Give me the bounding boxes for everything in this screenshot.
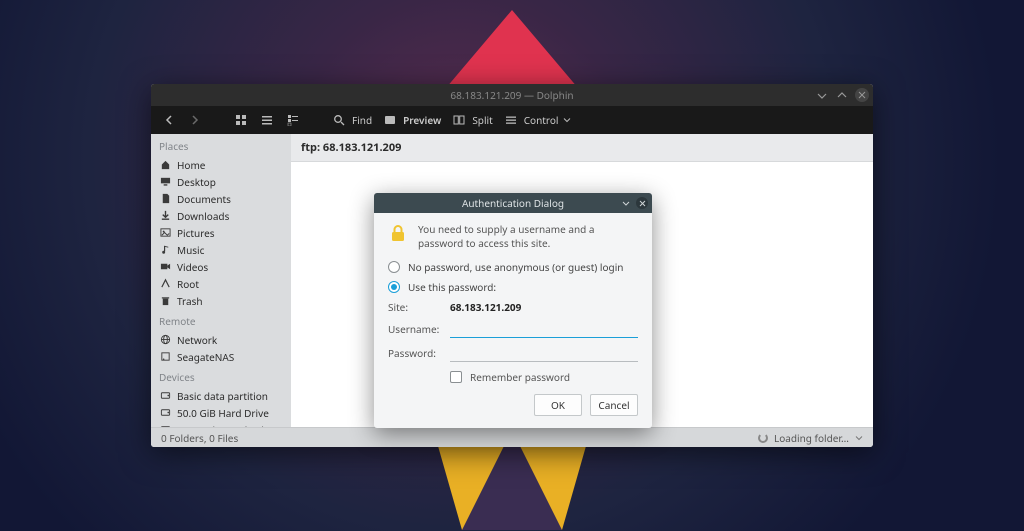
cancel-button[interactable]: Cancel bbox=[590, 394, 638, 416]
pictures-icon bbox=[159, 227, 171, 239]
location-text: ftp: 68.183.121.209 bbox=[301, 140, 401, 155]
places-item[interactable]: Downloads bbox=[151, 207, 291, 224]
window-titlebar[interactable]: 68.183.121.209 — Dolphin bbox=[151, 84, 873, 106]
preview-button[interactable]: Preview bbox=[382, 112, 441, 128]
sidebar-item-label: Network bbox=[177, 333, 217, 347]
home-icon bbox=[159, 159, 171, 171]
sidebar-item-label: SeagateNAS bbox=[177, 350, 234, 364]
places-item[interactable]: Desktop bbox=[151, 173, 291, 190]
chevron-down-icon bbox=[563, 112, 571, 128]
preview-icon bbox=[382, 112, 398, 128]
sidebar-item-label: Music bbox=[177, 243, 204, 257]
places-item[interactable]: Pictures bbox=[151, 224, 291, 241]
places-header: Places bbox=[151, 134, 291, 156]
hdd-icon bbox=[159, 407, 171, 419]
radio-anonymous-label: No password, use anonymous (or guest) lo… bbox=[408, 260, 623, 274]
forward-button[interactable] bbox=[187, 112, 203, 128]
radio-anonymous[interactable]: No password, use anonymous (or guest) lo… bbox=[388, 260, 638, 274]
split-icon bbox=[451, 112, 467, 128]
hamburger-icon bbox=[503, 112, 519, 128]
network-icon bbox=[159, 334, 171, 346]
radio-usepass-label: Use this password: bbox=[408, 280, 496, 294]
dialog-message: You need to supply a username and a pass… bbox=[418, 223, 638, 250]
dialog-title: Authentication Dialog bbox=[462, 196, 564, 210]
root-icon bbox=[159, 278, 171, 290]
sidebar-item-label: 50.0 GiB Hard Drive bbox=[177, 406, 269, 420]
trash-icon bbox=[159, 295, 171, 307]
username-input[interactable] bbox=[450, 320, 638, 338]
checkbox-icon bbox=[450, 371, 462, 383]
dialog-titlebar[interactable]: Authentication Dialog bbox=[374, 193, 652, 213]
compact-view-button[interactable] bbox=[259, 112, 275, 128]
status-left: 0 Folders, 0 Files bbox=[161, 431, 238, 445]
sidebar-item-label: Videos bbox=[177, 260, 208, 274]
details-view-button[interactable] bbox=[285, 112, 301, 128]
sidebar-item-label: Trash bbox=[177, 294, 203, 308]
icons-view-button[interactable] bbox=[233, 112, 249, 128]
video-icon bbox=[159, 261, 171, 273]
sidebar-item-label: Root bbox=[177, 277, 199, 291]
dialog-min-button[interactable] bbox=[620, 197, 632, 209]
sidebar-item-label: Home bbox=[177, 158, 205, 172]
password-input[interactable] bbox=[450, 344, 638, 362]
download-icon bbox=[159, 210, 171, 222]
window-maximize-button[interactable] bbox=[835, 88, 849, 102]
search-icon bbox=[331, 112, 347, 128]
remember-checkbox-row[interactable]: Remember password bbox=[450, 370, 638, 384]
sidebar-item-label: Basic data partition bbox=[177, 389, 268, 403]
username-label: Username: bbox=[388, 322, 440, 336]
auth-dialog: Authentication Dialog You need to supply… bbox=[374, 193, 652, 428]
music-icon bbox=[159, 244, 171, 256]
split-button[interactable]: Split bbox=[451, 112, 492, 128]
remote-header: Remote bbox=[151, 309, 291, 331]
window-close-button[interactable] bbox=[855, 88, 869, 102]
find-label: Find bbox=[352, 113, 372, 127]
split-label: Split bbox=[472, 113, 492, 127]
document-icon bbox=[159, 193, 171, 205]
radio-use-password[interactable]: Use this password: bbox=[388, 280, 638, 294]
places-item[interactable]: Videos bbox=[151, 258, 291, 275]
desktop-icon bbox=[159, 176, 171, 188]
sidebar-item-label: Desktop bbox=[177, 175, 216, 189]
preview-label: Preview bbox=[403, 113, 441, 127]
location-bar[interactable]: ftp: 68.183.121.209 bbox=[291, 134, 873, 162]
loading-spinner-icon bbox=[758, 433, 768, 443]
back-button[interactable] bbox=[161, 112, 177, 128]
nas-icon bbox=[159, 351, 171, 363]
control-label: Control bbox=[524, 113, 559, 127]
places-item[interactable]: Home bbox=[151, 156, 291, 173]
devices-header: Devices bbox=[151, 365, 291, 387]
site-label: Site: bbox=[388, 300, 440, 314]
site-value: 68.183.121.209 bbox=[450, 300, 521, 314]
sidebar-item-label: Pictures bbox=[177, 226, 215, 240]
places-item[interactable]: Music bbox=[151, 241, 291, 258]
devices-item[interactable]: 50.0 GiB Hard Drive bbox=[151, 404, 291, 421]
dialog-close-button[interactable] bbox=[636, 197, 648, 209]
remote-item[interactable]: Network bbox=[151, 331, 291, 348]
places-item[interactable]: Trash bbox=[151, 292, 291, 309]
radio-icon bbox=[388, 261, 400, 273]
lock-icon bbox=[388, 223, 408, 243]
remote-item[interactable]: SeagateNAS bbox=[151, 348, 291, 365]
control-button[interactable]: Control bbox=[503, 112, 572, 128]
window-title: 68.183.121.209 — Dolphin bbox=[450, 88, 573, 102]
sidebar-item-label: Documents bbox=[177, 192, 231, 206]
status-chevron-icon[interactable] bbox=[855, 434, 863, 442]
ok-button[interactable]: OK bbox=[534, 394, 582, 416]
places-item[interactable]: Root bbox=[151, 275, 291, 292]
devices-item[interactable]: Basic data partition bbox=[151, 387, 291, 404]
places-item[interactable]: Documents bbox=[151, 190, 291, 207]
sidebar-item-label: Downloads bbox=[177, 209, 229, 223]
toolbar: Find Preview Split Control bbox=[151, 106, 873, 134]
password-label: Password: bbox=[388, 346, 440, 360]
radio-icon-selected bbox=[388, 281, 400, 293]
status-right: Loading folder... bbox=[774, 431, 849, 445]
status-bar: 0 Folders, 0 Files Loading folder... bbox=[151, 427, 873, 447]
remember-label: Remember password bbox=[470, 370, 570, 384]
hdd-icon bbox=[159, 390, 171, 402]
find-button[interactable]: Find bbox=[331, 112, 372, 128]
window-minimize-button[interactable] bbox=[815, 88, 829, 102]
places-panel: Places Home Desktop Documents Downloads Pict… bbox=[151, 134, 291, 427]
